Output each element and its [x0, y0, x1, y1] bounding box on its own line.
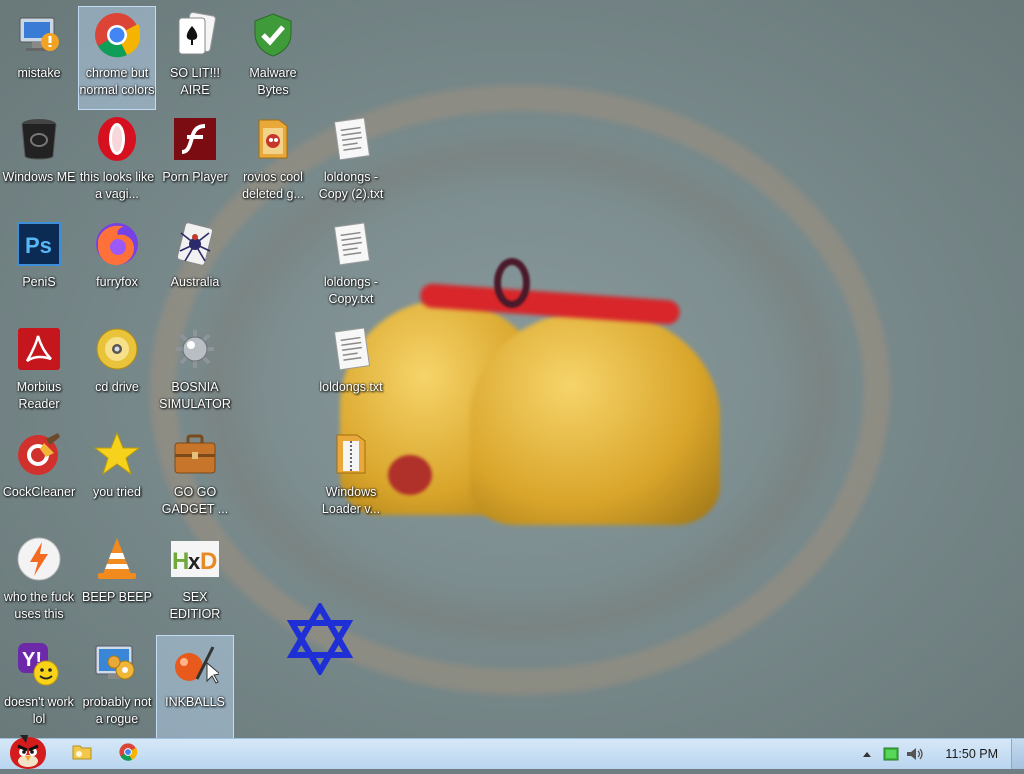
battery-icon[interactable] — [880, 739, 902, 769]
icon-label: cd drive — [95, 380, 139, 394]
firefox-icon — [93, 220, 141, 268]
desktop-icon-avast[interactable]: who the fuck uses this — [0, 530, 78, 634]
svg-text:H: H — [172, 548, 189, 575]
icon-label: loldongs.txt — [319, 380, 383, 394]
icon-label: Windows ME — [2, 170, 76, 184]
icon-label: mistake — [17, 66, 61, 80]
svg-text:Ps: Ps — [25, 233, 52, 258]
taskbar-clock[interactable]: 11:50 PM — [945, 739, 998, 769]
svg-text:D: D — [200, 548, 217, 575]
icon-label: SO LIT!!! AIRE — [169, 66, 220, 97]
vlc-cone-icon — [93, 535, 141, 583]
desktop-icon-chrome[interactable]: chrome but normal colors — [78, 6, 156, 110]
folder-icon — [249, 115, 297, 163]
hxd-icon: HxD — [171, 535, 219, 583]
desktop-icon-loldongs-copy[interactable]: loldongs - Copy.txt — [312, 215, 390, 319]
show-hidden-icons-arrow[interactable] — [858, 739, 876, 769]
briefcase-icon — [171, 430, 219, 478]
spider-solitaire-icon — [171, 220, 219, 268]
icon-label: Windows Loader v... — [321, 485, 381, 516]
desktop-icon-acrobat[interactable]: Morbius Reader — [0, 320, 78, 424]
explorer-folder-icon — [72, 743, 92, 766]
icon-label: CockCleaner — [2, 485, 76, 499]
volume-icon[interactable] — [904, 739, 926, 769]
icon-label: who the fuck uses this — [3, 590, 75, 621]
cd-drive-icon — [93, 325, 141, 373]
desktop-icon-flash-player[interactable]: Porn Player — [156, 110, 234, 214]
desktop-icon-windows-loader[interactable]: Windows Loader v... — [312, 425, 390, 529]
desktop-icon-spider-solitaire[interactable]: Australia — [156, 215, 234, 319]
desktop-icon-windows-me[interactable]: Windows ME — [0, 110, 78, 214]
icon-label: doesn't work lol — [4, 695, 74, 726]
yahoo-messenger-icon: Y! — [15, 640, 63, 688]
desktop-icon-vlc[interactable]: BEEP BEEP — [78, 530, 156, 634]
desktop-icon-malwarebytes[interactable]: Malware Bytes — [234, 6, 312, 110]
icon-label: GO GO GADGET ... — [161, 485, 229, 516]
star-of-david-icon — [284, 601, 356, 677]
text-file-icon — [327, 220, 375, 268]
solitaire-icon — [171, 11, 219, 59]
icon-label: BOSNIA SIMULATOR — [159, 380, 231, 411]
recycle-bin-icon — [15, 115, 63, 163]
icon-label: loldongs - Copy (2).txt — [318, 170, 384, 201]
desktop-icon-probably-not-a-rogue[interactable]: probably not a rogue — [78, 635, 156, 739]
desktop-icon-loldongs[interactable]: loldongs.txt — [312, 320, 390, 424]
desktop-icon-minesweeper[interactable]: BOSNIA SIMULATOR — [156, 320, 234, 424]
desktop-icon-photoshop[interactable]: Ps PeniS — [0, 215, 78, 319]
taskbar-explorer-button[interactable] — [64, 739, 100, 769]
icon-label: BEEP BEEP — [82, 590, 152, 604]
chrome-icon — [93, 11, 141, 59]
photoshop-icon: Ps — [15, 220, 63, 268]
desktop-icon-opera[interactable]: this looks like a vagi... — [78, 110, 156, 214]
taskbar: 11:50 PM — [0, 734, 1024, 769]
icon-label: you tried — [93, 485, 141, 499]
wallpaper-clapper — [388, 455, 432, 495]
icon-label: Morbius Reader — [16, 380, 62, 411]
desktop-icon-ccleaner[interactable]: CockCleaner — [0, 425, 78, 529]
icon-label: Malware Bytes — [249, 66, 297, 97]
desktop-icon-inkball[interactable]: INKBALLS — [156, 635, 234, 739]
desktop-icon-firefox[interactable]: furryfox — [78, 215, 156, 319]
desktop-icon-rovios-folder[interactable]: rovios cool deleted g... — [234, 110, 312, 214]
opera-icon — [93, 115, 141, 163]
settings-monitor-icon — [93, 640, 141, 688]
star-icon — [93, 430, 141, 478]
desktop-icon-cd-drive[interactable]: cd drive — [78, 320, 156, 424]
desktop-icon-mistake[interactable]: mistake — [0, 6, 78, 110]
desktop-icon-gadgets[interactable]: GO GO GADGET ... — [156, 425, 234, 529]
icon-label: probably not a rogue — [82, 695, 152, 726]
text-file-icon — [327, 325, 375, 373]
chrome-icon — [119, 742, 138, 766]
show-desktop-button[interactable] — [1011, 739, 1024, 769]
inkball-icon — [171, 640, 219, 688]
icon-label: loldongs - Copy.txt — [323, 275, 379, 306]
start-button[interactable] — [2, 734, 52, 769]
flash-player-icon — [171, 115, 219, 163]
desktop-icon-yahoo-messenger[interactable]: Y! doesn't work lol — [0, 635, 78, 739]
desktop-icon-solitaire[interactable]: SO LIT!!! AIRE — [156, 6, 234, 110]
desktop-icon-loldongs-copy2[interactable]: loldongs - Copy (2).txt — [312, 110, 390, 214]
icon-label: PeniS — [22, 275, 56, 289]
shield-check-icon — [249, 11, 297, 59]
ccleaner-icon — [15, 430, 63, 478]
acrobat-icon — [15, 325, 63, 373]
desktop-icon-you-tried[interactable]: you tried — [78, 425, 156, 529]
icon-label: chrome but normal colors — [79, 66, 155, 97]
icon-label: rovios cool deleted g... — [242, 170, 304, 201]
icon-label: furryfox — [96, 275, 138, 289]
computer-update-icon — [15, 11, 63, 59]
icon-label: this looks like a vagi... — [79, 170, 155, 201]
wallpaper-bell-right — [470, 310, 720, 525]
icon-label: SEX EDITIOR — [169, 590, 221, 621]
taskbar-chrome-button[interactable] — [110, 739, 146, 769]
icon-label: Porn Player — [162, 170, 228, 184]
desktop-icon-hxd[interactable]: HxD SEX EDITIOR — [156, 530, 234, 634]
wallpaper-knot — [494, 258, 530, 308]
icon-label: Australia — [170, 275, 220, 289]
text-file-icon — [327, 115, 375, 163]
minesweeper-icon — [171, 325, 219, 373]
avast-icon — [15, 535, 63, 583]
folder-zip-icon — [327, 430, 375, 478]
icon-label: INKBALLS — [165, 695, 225, 709]
